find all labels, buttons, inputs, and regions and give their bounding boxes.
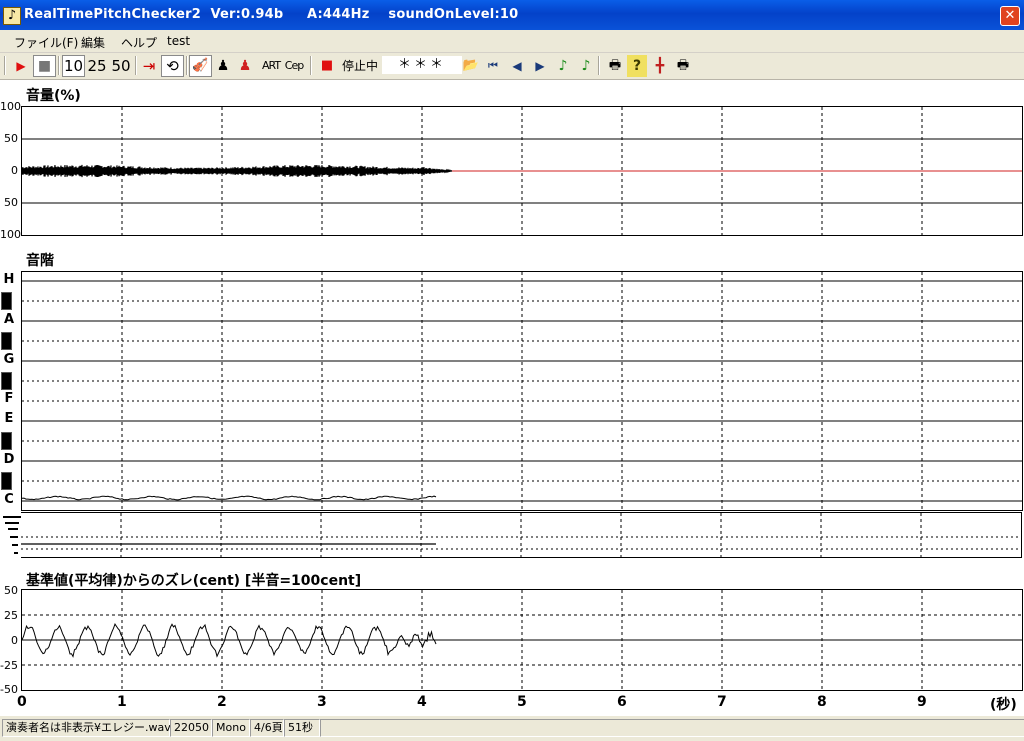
toolbar-separator xyxy=(58,56,60,75)
status-samplerate: 22050 xyxy=(170,719,212,737)
stop-button[interactable]: ■ xyxy=(33,55,56,77)
x-tick: 6 xyxy=(617,694,627,710)
scale-chart xyxy=(21,271,1023,511)
black-key xyxy=(1,472,12,490)
status-file: 演奏者名は非表示¥エレジー.wav xyxy=(2,719,171,737)
menu-help[interactable]: ヘルプ xyxy=(121,34,157,51)
black-key xyxy=(1,292,12,310)
cent-chart xyxy=(21,589,1023,691)
prev-page-icon[interactable]: ◀ xyxy=(507,55,527,77)
status-extra xyxy=(320,719,1024,737)
volume-y-tick: 50 xyxy=(4,196,18,209)
x-tick: 7 xyxy=(717,694,727,710)
cent-panel-title: 基準値(平均律)からのズレ(cent) [半音=100cent] xyxy=(26,573,362,589)
note-label-c: C xyxy=(4,492,14,507)
note-label-d: D xyxy=(3,452,15,467)
scale-chart-svg xyxy=(22,272,1022,510)
menu-bar: ファイル(F) 編集 ヘルプ test xyxy=(0,30,1024,53)
octave-strip xyxy=(21,512,1022,558)
note-alt-icon[interactable]: ♪ xyxy=(576,55,596,77)
volume-y-tick: 100 xyxy=(0,228,21,241)
x-tick: 2 xyxy=(217,694,227,710)
speed-50-button[interactable]: 50 xyxy=(109,55,133,77)
cep-button[interactable]: Cep xyxy=(282,55,306,77)
person-icon[interactable]: ♟ xyxy=(213,55,233,77)
cent-y-tick: 0 xyxy=(11,634,18,647)
x-tick: 4 xyxy=(417,694,427,710)
first-page-icon[interactable]: ⏮ xyxy=(483,55,503,77)
note-icon[interactable]: ♪ xyxy=(553,55,573,77)
menu-edit[interactable]: 編集 xyxy=(81,34,105,51)
x-tick: 3 xyxy=(317,694,327,710)
volume-panel-title: 音量(%) xyxy=(26,88,81,104)
cent-y-tick: 25 xyxy=(4,609,18,622)
window-title: RealTimePitchChecker2 Ver:0.94b A:444Hz … xyxy=(24,7,519,22)
x-tick: 9 xyxy=(917,694,927,710)
status-channels: Mono xyxy=(212,719,250,737)
note-label-e: E xyxy=(4,411,14,426)
volume-y-tick: 0 xyxy=(11,164,18,177)
print-setup-icon[interactable]: 🖶 xyxy=(672,55,694,77)
status-duration: 51秒 xyxy=(284,719,320,737)
scale-panel-title: 音階 xyxy=(26,253,54,269)
black-key xyxy=(1,372,12,390)
print-icon[interactable]: 🖶 xyxy=(604,55,626,77)
x-tick: 5 xyxy=(517,694,527,710)
toolbar-grip xyxy=(4,56,6,75)
speed-10-button[interactable]: 10 xyxy=(62,55,85,77)
speed-25-button[interactable]: 25 xyxy=(85,55,109,77)
volume-waveform xyxy=(22,164,453,178)
x-tick: 0 xyxy=(17,694,27,710)
volume-y-tick: 100 xyxy=(0,100,21,113)
art-button[interactable]: ART xyxy=(259,55,283,77)
volume-y-tick: 50 xyxy=(4,132,18,145)
help-icon[interactable]: ? xyxy=(627,55,647,77)
loop-icon[interactable]: ⟲ xyxy=(161,55,184,77)
black-key xyxy=(1,432,12,450)
grid-icon[interactable]: ╋ xyxy=(649,55,671,77)
note-label-g: G xyxy=(3,352,15,367)
status-bar: 演奏者名は非表示¥エレジー.wav 22050 Mono 4/6頁 51秒 xyxy=(0,715,1024,741)
cent-y-tick: -50 xyxy=(0,683,18,696)
pitch-readout: ＊＊＊ xyxy=(382,56,462,74)
note-label-a: A xyxy=(3,312,15,327)
status-label: 停止中 xyxy=(341,59,378,73)
person-red-icon[interactable]: ♟ xyxy=(235,55,255,77)
status-page: 4/6頁 xyxy=(250,719,284,737)
note-label-f: F xyxy=(4,391,14,406)
volume-chart xyxy=(21,106,1023,236)
goto-end-icon[interactable]: ⇥ xyxy=(138,55,160,77)
violin-icon[interactable]: 🎻 xyxy=(189,55,212,77)
note-label-h: H xyxy=(3,272,15,287)
open-folder-icon[interactable]: 📂 xyxy=(460,55,482,77)
toolbar-separator xyxy=(135,56,137,75)
play-button[interactable]: ▶ xyxy=(10,55,32,77)
black-key xyxy=(1,332,12,350)
app-icon[interactable]: ♪ xyxy=(3,7,21,25)
volume-chart-svg xyxy=(22,107,1022,235)
octave-strip-svg xyxy=(21,513,1021,557)
toolbar-separator xyxy=(598,56,600,75)
pitch-trace xyxy=(22,495,437,501)
cent-y-tick: 50 xyxy=(4,584,18,597)
x-tick: 8 xyxy=(817,694,827,710)
title-bar: ♪ RealTimePitchChecker2 Ver:0.94b A:444H… xyxy=(0,0,1024,30)
toolbar: ▶ ■ 10 25 50 ⇥ ⟲ 🎻 ♟ ♟ ART Cep ■ 停止中 ＊＊＊… xyxy=(0,53,1024,80)
cent-y-tick: -25 xyxy=(0,659,18,672)
toolbar-separator xyxy=(186,56,188,75)
menu-file[interactable]: ファイル(F) xyxy=(14,34,78,51)
x-tick: 1 xyxy=(117,694,127,710)
cent-chart-svg xyxy=(22,590,1022,690)
close-button[interactable]: ✕ xyxy=(1000,6,1020,26)
octave-marks xyxy=(3,516,21,554)
menu-test[interactable]: test xyxy=(167,34,190,48)
record-indicator-icon: ■ xyxy=(320,58,334,73)
toolbar-separator xyxy=(310,56,312,75)
x-axis-unit: (秒) xyxy=(990,697,1017,713)
next-page-icon[interactable]: ▶ xyxy=(530,55,550,77)
